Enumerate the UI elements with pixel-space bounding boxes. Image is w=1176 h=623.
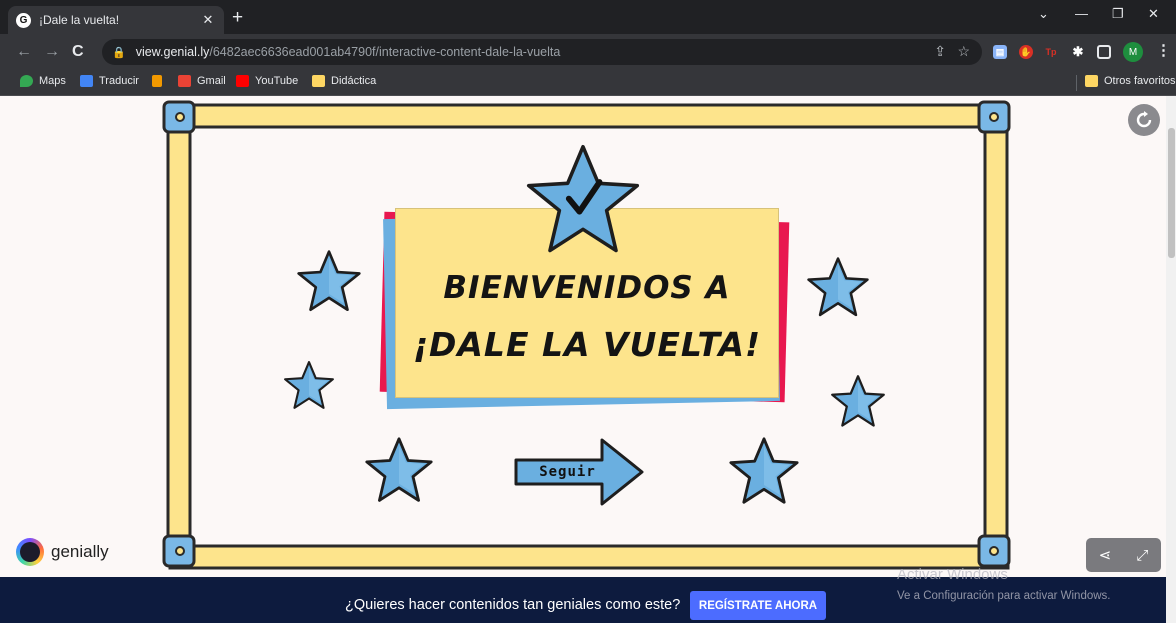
fullscreen-icon[interactable]: ⤢	[1136, 547, 1148, 564]
check-star-icon	[526, 144, 640, 253]
browser-menu-icon[interactable]: ⋮	[1156, 41, 1171, 59]
translate-icon	[80, 75, 93, 87]
address-bar-row: ← → C 🔒 view.genial.ly/6482aec6636ead001…	[0, 34, 1176, 70]
url-path: /6482aec6636ead001ab4790f/interactive-co…	[209, 45, 561, 59]
bookmark-other-favorites[interactable]: Otros favoritos	[1085, 75, 1176, 87]
lock-icon: 🔒	[112, 46, 126, 59]
banner-text: ¿Quieres hacer contenidos tan geniales c…	[345, 597, 681, 613]
register-button[interactable]: REGÍSTRATE AHORA	[690, 591, 826, 620]
bookmark-label: Otros favoritos	[1104, 75, 1176, 87]
restore-icon[interactable]: ❐	[1112, 6, 1124, 22]
bookmark-youtube[interactable]: YouTube	[236, 75, 298, 87]
folder-icon	[1085, 75, 1098, 87]
extensions-puzzle-icon[interactable]: ✱	[1071, 44, 1085, 59]
url-host: view.genial.ly	[135, 45, 210, 59]
gmail-icon	[178, 75, 191, 87]
maps-pin-icon	[20, 75, 33, 87]
reload-icon[interactable]: C	[72, 43, 84, 61]
close-tab-icon[interactable]: ✕	[200, 12, 216, 28]
close-window-icon[interactable]: ✕	[1148, 6, 1159, 22]
minimize-icon[interactable]: —	[1075, 6, 1088, 21]
bookmark-label: Gmail	[197, 75, 226, 87]
windows-activation-title: Activar Windows	[897, 566, 1008, 583]
url-field[interactable]: 🔒 view.genial.ly/6482aec6636ead001ab4790…	[102, 39, 982, 65]
bookmark-gmail[interactable]: Gmail	[178, 75, 226, 87]
forward-icon[interactable]: →	[44, 43, 60, 61]
tp-extension-icon[interactable]: Tp	[1044, 45, 1058, 59]
bookmark-label: Maps	[39, 75, 66, 87]
bookmark-star-icon[interactable]: ☆	[957, 43, 970, 60]
genially-logo-icon	[16, 538, 44, 566]
site-favicon-icon	[152, 75, 162, 87]
bookmark-didactica[interactable]: Didáctica	[312, 75, 376, 87]
bookmarks-bar: Maps Traducir Gmail YouTube Didáctica Ot…	[0, 70, 1176, 96]
adblock-extension-icon[interactable]: ✋	[1019, 45, 1033, 59]
youtube-icon	[236, 75, 249, 87]
bookmarks-divider	[1076, 75, 1077, 91]
new-tab-icon[interactable]: +	[232, 8, 243, 27]
share-page-icon[interactable]: ⇪	[934, 43, 946, 60]
welcome-title-line2: ¡DALE LA VUELTA!	[412, 325, 762, 364]
profile-avatar[interactable]: M	[1123, 42, 1143, 62]
tab-title: ¡Dale la vuelta!	[39, 13, 120, 27]
seguir-label: Seguir	[539, 464, 596, 480]
share-icon[interactable]: ⋖	[1099, 546, 1112, 564]
brand-name: genially	[51, 542, 109, 561]
genially-logo[interactable]: genially	[16, 538, 109, 566]
windows-activation-hint: Ve a Configuración para activar Windows.	[897, 590, 1111, 602]
bookmark-label: Traducir	[99, 75, 139, 87]
docs-extension-icon[interactable]: ▤	[993, 45, 1007, 59]
scrollbar-thumb[interactable]	[1168, 128, 1175, 258]
bookmark-label: YouTube	[255, 75, 299, 87]
side-panel-icon[interactable]	[1097, 45, 1111, 59]
tab-search-icon[interactable]: ⌄	[1038, 6, 1049, 22]
view-controls: ⋖ ⤢	[1086, 538, 1161, 572]
folder-icon	[312, 75, 325, 87]
browser-tab-strip: G ¡Dale la vuelta! ✕ + ⌄ — ❐ ✕	[0, 0, 1176, 34]
bookmark-label: Didáctica	[331, 75, 377, 87]
bookmark-site[interactable]	[152, 75, 168, 87]
welcome-title-line1: BIENVENIDOS A	[443, 270, 731, 306]
bookmark-traducir[interactable]: Traducir	[80, 75, 139, 87]
bookmark-maps[interactable]: Maps	[20, 75, 66, 87]
back-icon[interactable]: ←	[16, 43, 32, 61]
genially-favicon-icon: G	[16, 12, 31, 28]
browser-tab[interactable]: G ¡Dale la vuelta! ✕	[8, 6, 224, 34]
genially-slide: BIENVENIDOS A ¡DALE LA VUELTA! Seguir ge…	[0, 96, 1166, 577]
restart-icon[interactable]	[1128, 104, 1160, 136]
